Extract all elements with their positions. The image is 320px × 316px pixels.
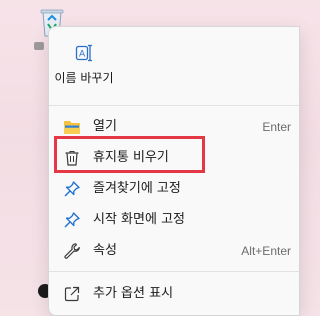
pin-icon xyxy=(64,212,80,228)
menu-item-open-label: 열기 xyxy=(93,119,117,134)
menu-item-open-shortcut: Enter xyxy=(262,120,291,134)
menu-item-properties[interactable]: 속성 Alt+Enter xyxy=(53,234,293,268)
pin-icon xyxy=(64,181,80,197)
rename-label: 이름 바꾸기 xyxy=(54,71,114,85)
svg-text:A: A xyxy=(79,50,86,60)
context-menu: A 이름 바꾸기 열기 Enter 휴지통 비우기 즐겨찾기에 고정 시작 화면… xyxy=(48,26,300,316)
menu-separator xyxy=(49,105,299,106)
menu-item-show-more-options[interactable]: 추가 옵션 표시 xyxy=(53,277,293,311)
rename-button[interactable]: A 이름 바꾸기 xyxy=(53,33,115,99)
desktop-icon-label-peek xyxy=(34,42,44,50)
trash-icon xyxy=(65,150,79,166)
menu-item-properties-label: 속성 xyxy=(93,243,117,258)
wrench-icon xyxy=(64,243,80,259)
rename-icon: A xyxy=(75,44,92,62)
menu-item-pin-to-start[interactable]: 시작 화면에 고정 xyxy=(53,203,293,237)
menu-separator xyxy=(49,271,299,272)
menu-item-empty-recycle-bin-label: 휴지통 비우기 xyxy=(93,150,169,165)
menu-item-open[interactable]: 열기 Enter xyxy=(53,110,293,144)
external-link-icon xyxy=(64,286,80,302)
menu-item-empty-recycle-bin[interactable]: 휴지통 비우기 xyxy=(53,141,293,175)
menu-item-pin-to-start-label: 시작 화면에 고정 xyxy=(93,212,185,227)
menu-item-show-more-options-label: 추가 옵션 표시 xyxy=(93,286,174,301)
folder-icon xyxy=(64,121,80,134)
menu-item-properties-shortcut: Alt+Enter xyxy=(241,244,291,258)
menu-item-pin-to-quick-access-label: 즐겨찾기에 고정 xyxy=(93,181,181,196)
quick-actions-row: A 이름 바꾸기 xyxy=(49,27,299,103)
menu-item-pin-to-quick-access[interactable]: 즐겨찾기에 고정 xyxy=(53,172,293,206)
